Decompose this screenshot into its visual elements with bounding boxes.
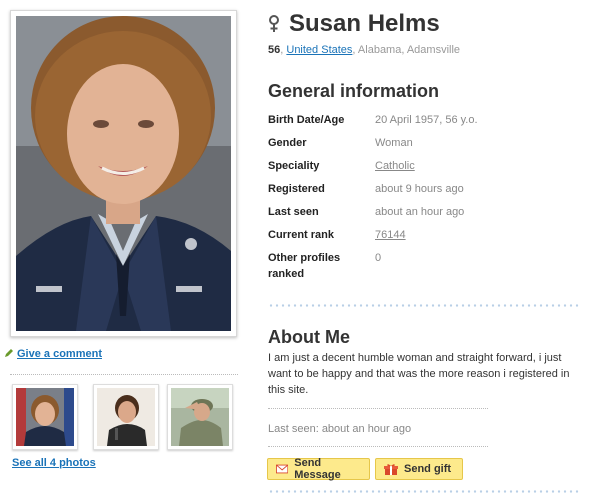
speciality-link[interactable]: Catholic <box>375 158 415 174</box>
info-row-birth: Birth Date/Age 20 April 1957, 56 y.o. <box>268 112 568 135</box>
female-symbol-icon <box>269 15 279 32</box>
profile-location: 56, United States, Alabama, Adamsville <box>268 44 461 56</box>
send-message-label: Send Message <box>294 457 341 481</box>
profile-name: Susan Helms <box>289 10 440 37</box>
send-gift-label: Send gift <box>404 463 452 475</box>
about-me-text: I am just a decent humble woman and stra… <box>268 352 570 396</box>
profile-header: Susan Helms <box>267 8 440 40</box>
give-comment-label[interactable]: Give a comment <box>17 348 102 360</box>
info-value: 20 April 1957, 56 y.o. <box>375 114 478 126</box>
about-me-heading: About Me <box>268 327 350 347</box>
photo-thumbnail[interactable] <box>93 384 159 450</box>
dotted-divider <box>268 304 580 307</box>
info-label: Registered <box>268 183 325 195</box>
envelope-icon <box>276 464 289 474</box>
location-rest: , Alabama, Adamsville <box>352 44 461 56</box>
general-info-table: Birth Date/Age 20 April 1957, 56 y.o. Ge… <box>268 112 568 286</box>
profile-photo-image <box>16 16 231 331</box>
divider <box>268 446 488 447</box>
info-row-other-profiles: Other profiles ranked 0 <box>268 250 568 286</box>
dotted-divider <box>268 490 580 493</box>
pencil-icon <box>5 349 13 357</box>
current-rank-link[interactable]: 76144 <box>375 227 406 243</box>
photo-thumbnails <box>10 384 240 454</box>
see-all-photos-link[interactable]: See all 4 photos <box>12 457 96 469</box>
info-row-rank: Current rank 76144 <box>268 227 568 250</box>
info-value: about an hour ago <box>375 206 465 218</box>
photo-thumbnail[interactable] <box>167 384 233 450</box>
profile-main-photo[interactable] <box>10 10 237 337</box>
send-message-button[interactable]: Send Message <box>267 457 370 481</box>
divider <box>268 408 488 409</box>
info-row-last-seen: Last seen about an hour ago <box>268 204 568 227</box>
info-label: Current rank <box>268 229 335 241</box>
info-row-speciality: Speciality Catholic <box>268 158 568 181</box>
send-gift-button[interactable]: Send gift <box>375 458 463 480</box>
divider <box>10 374 238 375</box>
photo-thumbnail[interactable] <box>12 384 78 450</box>
info-row-gender: Gender Woman <box>268 135 568 158</box>
info-label: Birth Date/Age <box>268 114 345 126</box>
info-row-registered: Registered about 9 hours ago <box>268 181 568 204</box>
country-link[interactable]: United States <box>286 44 352 56</box>
info-label: Gender <box>268 137 307 149</box>
general-info-heading: General information <box>268 81 440 101</box>
info-label: Speciality <box>268 160 320 172</box>
info-value: about 9 hours ago <box>375 183 464 195</box>
info-value: Woman <box>375 137 413 149</box>
last-seen-text: Last seen: about an hour ago <box>268 423 412 435</box>
info-label: Other profiles ranked <box>268 252 341 280</box>
profile-age: 56 <box>268 44 281 56</box>
gift-icon <box>384 464 398 475</box>
info-label: Last seen <box>268 206 319 218</box>
give-comment-link[interactable]: Give a comment <box>5 348 102 360</box>
info-value: 0 <box>375 252 382 264</box>
